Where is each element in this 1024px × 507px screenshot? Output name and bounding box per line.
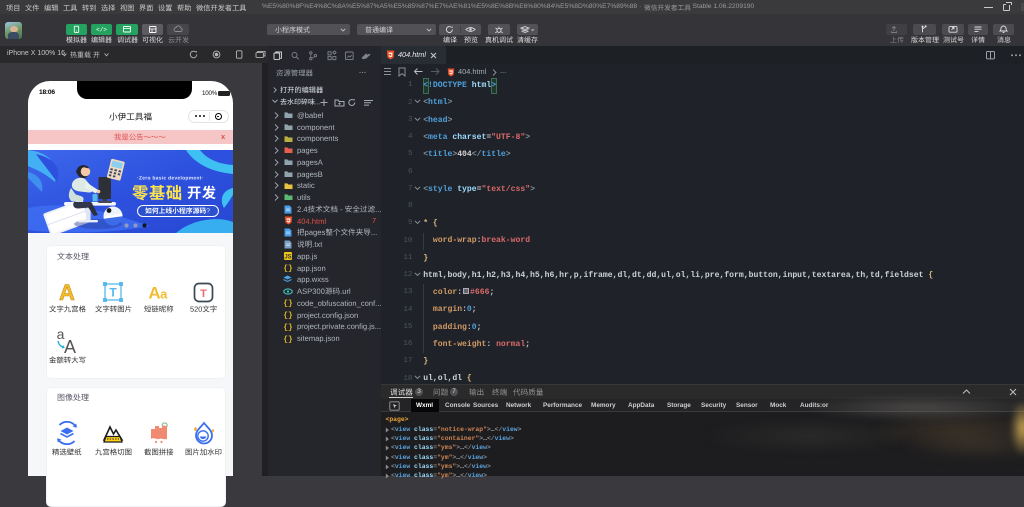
svg-text:A: A [148,284,160,303]
svg-text:JS: JS [284,255,291,261]
svg-text:{}: {} [283,300,293,308]
svg-text:{}: {} [283,335,293,343]
svg-text:</>: </> [96,27,107,34]
svg-text:{}: {} [283,312,293,320]
svg-text:T: T [109,286,117,300]
svg-text:{}: {} [283,323,293,331]
svg-text:A: A [59,281,75,303]
svg-text:A: A [64,337,76,355]
svg-text:T: T [200,288,207,300]
svg-text:a: a [160,287,168,302]
svg-text:{}: {} [283,265,293,273]
